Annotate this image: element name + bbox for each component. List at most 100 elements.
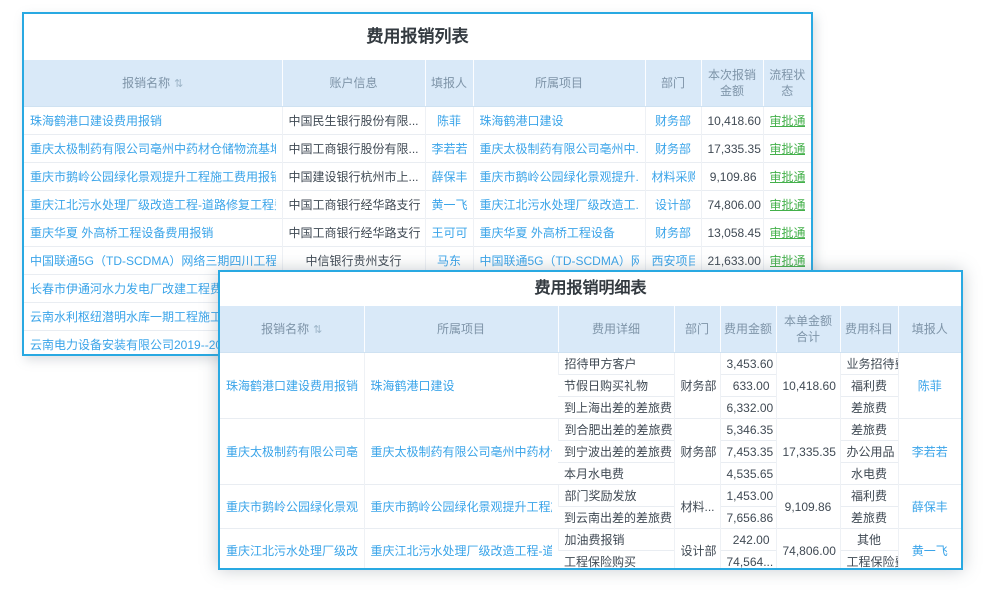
report-name-link[interactable]: 重庆太极制药有限公司亳州中药材仓储物流基地项...: [30, 140, 276, 157]
list-table-row: 重庆太极制药有限公司亳州中药材仓储物流基地项... 中国工商银行股份有限... 李若…: [24, 135, 811, 163]
report-name-link[interactable]: 重庆江北污水处理厂级改造工程-: [226, 542, 358, 559]
project-link[interactable]: 珠海鹤港口建设: [371, 377, 455, 394]
status-link[interactable]: 审批通过: [770, 168, 806, 185]
col-header-report-name[interactable]: 报销名称 ⇅: [24, 60, 282, 107]
cell-expense-amount: 74,564...: [720, 551, 776, 571]
sort-icon[interactable]: ⇅: [313, 324, 322, 336]
detail-table-row: 重庆江北污水处理厂级改造工程-重庆江北污水处理厂级改造工程-道路修复工加油费报销…: [220, 529, 961, 551]
reporter-link[interactable]: 陈菲: [918, 377, 942, 394]
cell-category: 差旅费: [840, 507, 898, 529]
cell-expense-detail: 节假日购买礼物: [558, 375, 674, 397]
list-header-row: 报销名称⇅ 账户信息 填报人 所属项目 部门 本次报销金额 流程状态: [24, 60, 811, 107]
report-name-link[interactable]: 珠海鹤港口建设费用报销: [30, 112, 162, 129]
cell-expense-amount: 633.00: [720, 375, 776, 397]
cell-expense-amount: 7,656.86: [720, 507, 776, 529]
cell-total-amount: 10,418.60: [776, 353, 840, 419]
project-link[interactable]: 重庆太极制药有限公司亳州中药材仓储物流: [371, 443, 552, 460]
status-link[interactable]: 审批通过: [770, 112, 806, 129]
reporter-link[interactable]: 薛保丰: [912, 498, 948, 515]
cell-category: 水电费: [840, 463, 898, 485]
sort-icon[interactable]: ⇅: [174, 78, 183, 90]
reporter-link[interactable]: 陈菲: [437, 112, 461, 129]
cell-total-amount: 74,806.00: [776, 529, 840, 571]
cell-expense-amount: 242.00: [720, 529, 776, 551]
cell-category: 办公用品: [840, 441, 898, 463]
reporter-link[interactable]: 李若若: [912, 443, 948, 460]
reporter-link[interactable]: 李若若: [432, 140, 467, 157]
dept-link[interactable]: 财务部: [655, 224, 691, 241]
cell-account: 中国工商银行股份有限...: [282, 135, 425, 163]
cell-amount: 74,806.00: [701, 191, 763, 219]
col-header-total-amount: 本单金额合计: [776, 306, 840, 353]
status-link[interactable]: 审批通过: [770, 196, 806, 213]
col-header-reporter: 填报人: [898, 306, 961, 353]
expense-detail-panel: 费用报销明细表 报销名称⇅ 所属项目 费用详细 部门 费用金额 本单金额合计 费…: [218, 270, 963, 570]
dept-link[interactable]: 材料采购: [652, 168, 695, 185]
detail-header-row: 报销名称⇅ 所属项目 费用详细 部门 费用金额 本单金额合计 费用科目 填报人: [220, 306, 961, 353]
project-link[interactable]: 重庆江北污水处理厂级改造工程-道路修复工: [371, 542, 552, 559]
cell-amount: 9,109.86: [701, 163, 763, 191]
col-header-project: 所属项目: [473, 60, 645, 107]
dept-link[interactable]: 设计部: [655, 196, 691, 213]
cell-dept: 财务部: [674, 353, 720, 419]
project-link[interactable]: 重庆华夏 外高桥工程设备: [480, 224, 615, 241]
col-header-dept: 部门: [674, 306, 720, 353]
cell-category: 其他: [840, 529, 898, 551]
detail-table-row: 重庆市鹅岭公园绿化景观提升工程施重庆市鹅岭公园绿化景观提升工程施工部门奖励发放材…: [220, 485, 961, 507]
cell-expense-detail: 工程保险购买: [558, 551, 674, 571]
reporter-link[interactable]: 黄一飞: [432, 196, 467, 213]
report-name-link[interactable]: 重庆华夏 外高桥工程设备费用报销: [30, 224, 213, 241]
report-name-link[interactable]: 珠海鹤港口建设费用报销: [226, 377, 358, 394]
dept-link[interactable]: 财务部: [655, 140, 691, 157]
project-link[interactable]: 珠海鹤港口建设: [480, 112, 564, 129]
cell-account: 中国工商银行经华路支行: [282, 219, 425, 247]
project-link[interactable]: 重庆市鹅岭公园绿化景观提升...: [480, 168, 639, 185]
cell-dept: 材料...: [674, 485, 720, 529]
report-name-link[interactable]: 重庆市鹅岭公园绿化景观提升工程施工费用报销: [30, 168, 276, 185]
reporter-link[interactable]: 黄一飞: [912, 542, 948, 559]
cell-expense-amount: 5,346.35: [720, 419, 776, 441]
cell-expense-amount: 3,453.60: [720, 353, 776, 375]
cell-expense-detail: 到上海出差的差旅费: [558, 397, 674, 419]
cell-expense-detail: 加油费报销: [558, 529, 674, 551]
project-link[interactable]: 重庆太极制药有限公司亳州中...: [480, 140, 639, 157]
dept-link[interactable]: 西安项目部: [652, 252, 695, 269]
reporter-link[interactable]: 薛保丰: [432, 168, 467, 185]
cell-expense-amount: 1,453.00: [720, 485, 776, 507]
report-name-link[interactable]: 重庆江北污水处理厂级改造工程-道路修复工程费用...: [30, 196, 276, 213]
report-name-link[interactable]: 重庆太极制药有限公司亳州中药材: [226, 443, 358, 460]
cell-amount: 10,418.60: [701, 107, 763, 135]
reporter-link[interactable]: 马东: [437, 252, 461, 269]
cell-expense-amount: 7,453.35: [720, 441, 776, 463]
col-header-dept: 部门: [645, 60, 701, 107]
col-header-report-name-label: 报销名称: [122, 76, 170, 90]
cell-category: 业务招待费: [840, 353, 898, 375]
cell-total-amount: 17,335.35: [776, 419, 840, 485]
col-header-report-name[interactable]: 报销名称⇅: [220, 306, 364, 353]
cell-expense-detail: 本月水电费: [558, 463, 674, 485]
cell-category: 差旅费: [840, 419, 898, 441]
cell-category: 福利费: [840, 485, 898, 507]
project-link[interactable]: 重庆市鹅岭公园绿化景观提升工程施工: [371, 498, 552, 515]
cell-expense-detail: 到云南出差的差旅费: [558, 507, 674, 529]
status-link[interactable]: 审批通过: [770, 224, 806, 241]
col-header-project: 所属项目: [364, 306, 558, 353]
status-link[interactable]: 审批通过: [770, 252, 806, 269]
cell-total-amount: 9,109.86: [776, 485, 840, 529]
report-name-link[interactable]: 重庆市鹅岭公园绿化景观提升工程施: [226, 498, 358, 515]
project-link[interactable]: 重庆江北污水处理厂级改造工...: [480, 196, 639, 213]
col-header-reporter: 填报人: [425, 60, 473, 107]
col-header-expense-detail: 费用详细: [558, 306, 674, 353]
cell-category: 差旅费: [840, 397, 898, 419]
reporter-link[interactable]: 王可可: [432, 224, 467, 241]
cell-expense-amount: 6,332.00: [720, 397, 776, 419]
report-name-link[interactable]: 中国联通5G（TD-SCDMA）网络三期四川工程费...: [30, 252, 276, 269]
list-table-title: 费用报销列表: [24, 14, 811, 60]
dept-link[interactable]: 财务部: [655, 112, 691, 129]
project-link[interactable]: 中国联通5G（TD-SCDMA）网...: [480, 252, 639, 269]
status-link[interactable]: 审批通过: [770, 140, 806, 157]
cell-category: 工程保险费: [840, 551, 898, 571]
col-header-account: 账户信息: [282, 60, 425, 107]
cell-dept: 财务部: [674, 419, 720, 485]
detail-table-row: 重庆太极制药有限公司亳州中药材重庆太极制药有限公司亳州中药材仓储物流到合肥出差的…: [220, 419, 961, 441]
